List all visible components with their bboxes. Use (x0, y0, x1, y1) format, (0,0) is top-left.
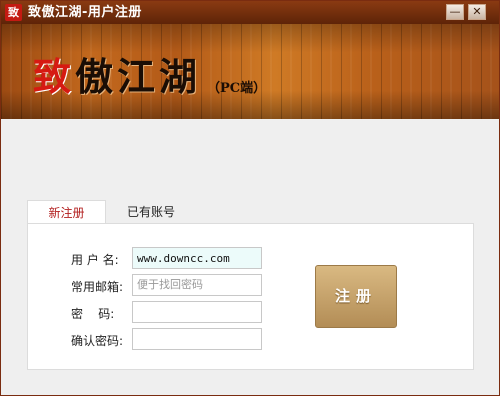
app-icon: 致 (5, 4, 22, 21)
username-input[interactable] (132, 247, 262, 269)
logo-subtitle: （PC端） (207, 81, 267, 96)
username-label: 用 户 名: (71, 253, 119, 267)
email-label: 常用邮箱: (71, 280, 124, 294)
logo-rest: 傲江湖 (75, 54, 202, 99)
close-button[interactable]: ✕ (468, 4, 486, 20)
register-button[interactable]: 注册 (315, 265, 397, 328)
password-input[interactable] (132, 301, 262, 323)
tab-existing-account[interactable]: 已有账号 (113, 200, 189, 224)
email-input[interactable] (132, 274, 262, 296)
confirm-password-label: 确认密码: (71, 334, 124, 348)
title-bar[interactable]: 致 致傲江湖-用户注册 — ✕ (1, 1, 499, 24)
password-label: 密 码: (71, 307, 115, 321)
game-logo: 致傲江湖 (33, 46, 201, 101)
registration-window: 致 致傲江湖-用户注册 — ✕ 致傲江湖 （PC端） 新注册 已有账号 用 户 … (0, 0, 500, 396)
minimize-button[interactable]: — (446, 4, 464, 20)
tab-new-register[interactable]: 新注册 (27, 200, 106, 225)
confirm-password-input[interactable] (132, 328, 262, 350)
logo-first-char: 致 (33, 54, 76, 99)
header-banner: 致傲江湖 （PC端） (1, 24, 499, 119)
window-title: 致傲江湖-用户注册 (28, 5, 142, 20)
